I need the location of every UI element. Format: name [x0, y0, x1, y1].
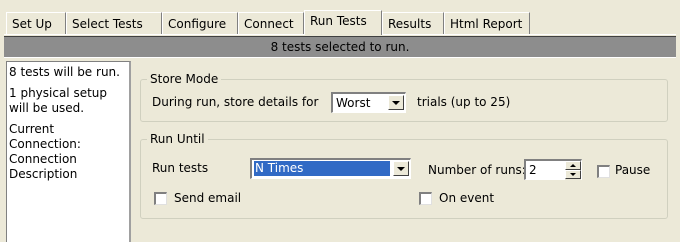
- store-mode-group: Store Mode During run, store details for…: [140, 72, 668, 122]
- trials-label: trials (up to 25): [417, 95, 511, 109]
- tab-label: Html Report: [450, 17, 523, 31]
- store-mode-legend: Store Mode: [147, 72, 222, 86]
- tab-strip: Set Up Select Tests Configure Connect Ru…: [6, 8, 676, 35]
- tab-html-report[interactable]: Html Report: [444, 12, 530, 34]
- chevron-down-icon[interactable]: [388, 95, 404, 110]
- runs-spinner[interactable]: [565, 161, 581, 180]
- tab-label: Select Tests: [72, 17, 143, 31]
- info-physical-setup: 1 physical setup will be used.: [9, 86, 108, 115]
- spin-up-icon[interactable]: [565, 161, 581, 170]
- store-mode-select[interactable]: Worst: [331, 92, 406, 113]
- tab-label: Connect: [244, 17, 294, 31]
- tab-set-up[interactable]: Set Up: [6, 12, 66, 34]
- chevron-down-icon[interactable]: [393, 161, 409, 176]
- run-until-group: Run Until Run tests N Times Number of ru…: [140, 132, 668, 219]
- run-tests-value: N Times: [254, 161, 390, 176]
- info-connection-desc-label: Connection: [9, 152, 77, 166]
- status-message: 8 tests selected to run.: [270, 40, 410, 54]
- info-panel: 8 tests will be run. 1 physical setup wi…: [6, 61, 131, 242]
- tab-select-tests[interactable]: Select Tests: [66, 12, 162, 34]
- tab-label: Set Up: [12, 17, 52, 31]
- tab-label: Results: [388, 17, 432, 31]
- on-event-checkbox[interactable]: [419, 192, 432, 205]
- spin-down-icon[interactable]: [565, 170, 581, 179]
- status-bar: 8 tests selected to run.: [4, 36, 676, 58]
- tab-label: Configure: [168, 17, 227, 31]
- send-email-checkbox[interactable]: [154, 192, 167, 205]
- tab-configure[interactable]: Configure: [162, 12, 238, 34]
- tab-results[interactable]: Results: [382, 12, 444, 34]
- on-event-label: On event: [439, 191, 495, 205]
- store-details-label: During run, store details for: [152, 95, 319, 109]
- pause-label: Pause: [615, 163, 651, 177]
- pause-checkbox[interactable]: [597, 165, 610, 178]
- run-until-legend: Run Until: [147, 132, 208, 146]
- info-connection-label: Connection:: [9, 137, 81, 151]
- number-of-runs-input[interactable]: 2: [524, 159, 582, 180]
- send-email-label: Send email: [174, 191, 242, 205]
- store-mode-value: Worst: [336, 96, 371, 110]
- run-tests-select[interactable]: N Times: [250, 158, 411, 179]
- tab-label: Run Tests: [310, 14, 367, 28]
- tab-connect[interactable]: Connect: [238, 12, 304, 34]
- tab-run-tests[interactable]: Run Tests: [304, 10, 382, 35]
- number-of-runs-label: Number of runs:: [428, 163, 526, 177]
- info-tests-count: 8 tests will be run.: [9, 65, 120, 79]
- number-of-runs-value: 2: [529, 163, 537, 177]
- run-tests-label: Run tests: [152, 161, 209, 175]
- info-description-label: Description: [9, 167, 78, 181]
- info-current-label: Current: [9, 122, 55, 136]
